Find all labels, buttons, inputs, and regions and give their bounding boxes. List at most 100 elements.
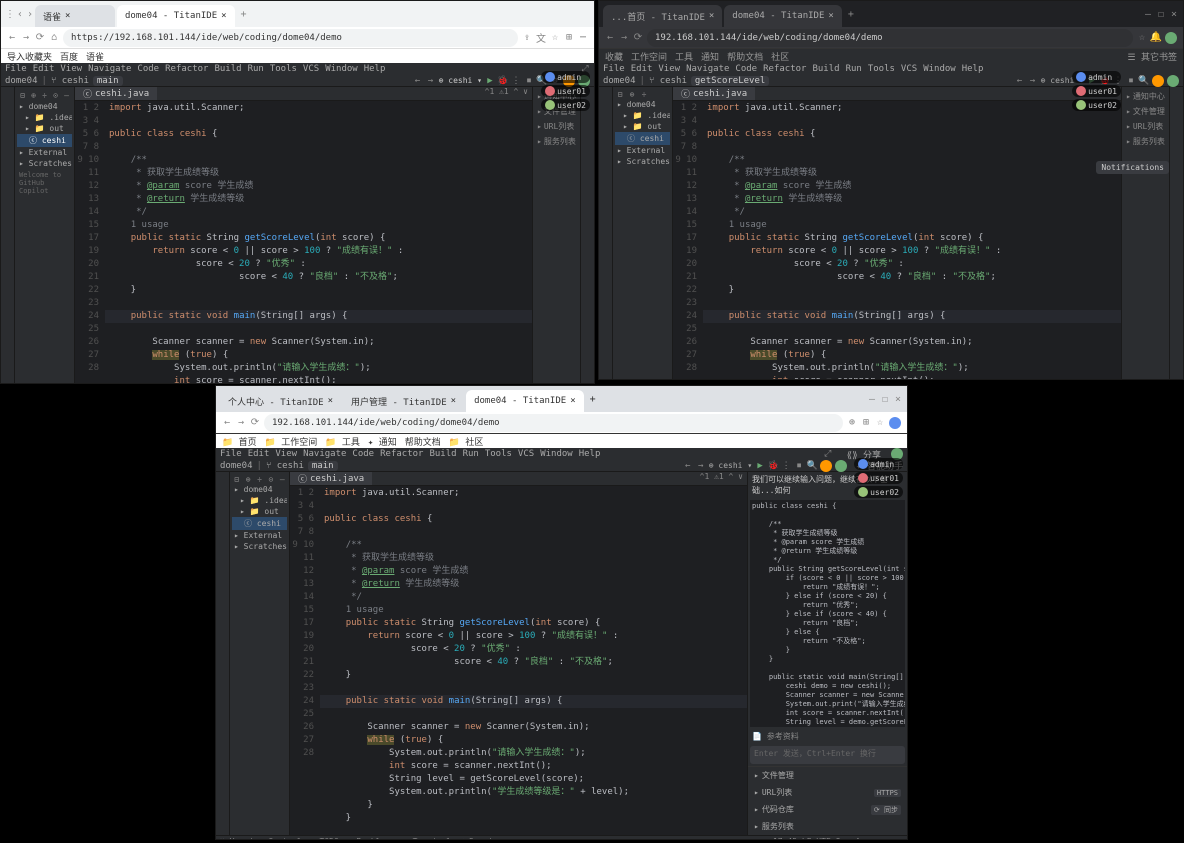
- close-icon[interactable]: ×: [221, 11, 226, 21]
- menu-help[interactable]: Help: [364, 64, 386, 74]
- ai-input[interactable]: Enter 发送，Ctrl+Enter 换行: [750, 746, 905, 764]
- menu-file[interactable]: File: [5, 64, 27, 74]
- star-icon[interactable]: ☆: [875, 418, 885, 428]
- ai-quote[interactable]: 📄 参考资料: [748, 729, 907, 744]
- back-icon[interactable]: ←: [605, 33, 615, 43]
- more-icon[interactable]: ⋮: [511, 76, 521, 86]
- ai-section[interactable]: ▸ URL列表HTTPS: [748, 784, 907, 801]
- bookmark-menu[interactable]: ☰ 其它书签: [1128, 50, 1178, 62]
- browser-tab[interactable]: 语雀×: [35, 5, 115, 27]
- branch-label[interactable]: main: [93, 76, 123, 86]
- close-icon[interactable]: ×: [65, 11, 70, 21]
- inspection-badges[interactable]: ^1 ⚠1 ^ ∨: [481, 87, 532, 100]
- menu-refactor[interactable]: Refactor: [165, 64, 208, 74]
- avatar[interactable]: [1152, 75, 1164, 87]
- avatar[interactable]: [1165, 32, 1177, 44]
- bookmark[interactable]: 收藏: [605, 50, 623, 62]
- reload-icon[interactable]: ⟳: [633, 33, 643, 43]
- close-icon[interactable]: ×: [1169, 9, 1179, 19]
- minimize-icon[interactable]: —: [1143, 9, 1153, 19]
- url-input[interactable]: 192.168.101.144/ide/web/coding/dome04/de…: [647, 29, 1133, 47]
- menu-view[interactable]: View: [60, 64, 82, 74]
- ext-icon[interactable]: ⊞: [564, 33, 574, 43]
- translate-icon[interactable]: 文: [536, 33, 546, 43]
- bookmark[interactable]: 导入收藏夹: [7, 50, 52, 62]
- tree-item[interactable]: ▸ 📁 out: [17, 123, 72, 134]
- menu-icon[interactable]: ⋯: [578, 33, 588, 43]
- bookmark[interactable]: 帮助文档: [727, 50, 763, 62]
- forward-icon[interactable]: →: [21, 33, 31, 43]
- menu-edit[interactable]: Edit: [33, 64, 55, 74]
- user-badge[interactable]: user02: [541, 99, 590, 111]
- bookmark[interactable]: 语雀: [86, 50, 104, 62]
- menu-icon[interactable]: ⋮: [5, 9, 15, 19]
- ai-section[interactable]: ▸ 文件管理: [748, 767, 907, 784]
- new-tab-icon[interactable]: +: [239, 9, 249, 19]
- close-icon[interactable]: ×: [828, 11, 833, 21]
- bookmark[interactable]: 工具: [675, 50, 693, 62]
- back-icon[interactable]: ‹: [15, 9, 25, 19]
- vcs-branch[interactable]: ⑂ ceshi: [51, 76, 89, 86]
- reload-icon[interactable]: ⟳: [35, 33, 45, 43]
- search-icon[interactable]: 🔍: [1139, 76, 1149, 86]
- browser-tab[interactable]: dome04 - TitanIDE×: [724, 5, 842, 27]
- forward-icon[interactable]: ›: [25, 9, 35, 19]
- bookmark[interactable]: 工作空间: [631, 50, 667, 62]
- close-icon[interactable]: ×: [709, 11, 714, 21]
- bookmark[interactable]: 通知: [701, 50, 719, 62]
- new-tab-icon[interactable]: +: [588, 394, 598, 404]
- browser-tab[interactable]: dome04 - TitanIDE×: [117, 5, 235, 27]
- menu-vcs[interactable]: VCS: [303, 64, 319, 74]
- tree-item[interactable]: ▸ Scratches an...: [17, 158, 72, 169]
- panel-item[interactable]: ▸ URL列表: [535, 119, 578, 134]
- url-bar: ← → ⟳ ⌂ https://192.168.101.144/ide/web/…: [1, 27, 594, 49]
- menu-build[interactable]: Build: [214, 64, 241, 74]
- new-tab-icon[interactable]: +: [846, 9, 856, 19]
- expand-icon[interactable]: ⊕: [29, 90, 38, 100]
- search-icon[interactable]: 🔍: [807, 461, 817, 471]
- menu-tools[interactable]: Tools: [270, 64, 297, 74]
- back-icon[interactable]: ←: [413, 76, 423, 86]
- run-icon[interactable]: ▶: [755, 461, 765, 471]
- forward-icon[interactable]: →: [426, 76, 436, 86]
- ai-code-block[interactable]: public class ceshi { /** * 获取学生成绩等级 * @p…: [750, 500, 905, 727]
- url-input[interactable]: https://192.168.101.144/ide/web/coding/d…: [63, 29, 518, 47]
- chrome-tabstrip: ...首页 - TitanIDE× dome04 - TitanIDE× + —…: [599, 1, 1183, 27]
- avatar[interactable]: [1167, 75, 1179, 87]
- code-area[interactable]: 1 2 3 4 5 6 7 8 9 10 11 12 13 14 15 17 1…: [75, 101, 532, 384]
- browser-tab[interactable]: ...首页 - TitanIDE×: [603, 5, 722, 27]
- share-icon[interactable]: ⇪: [522, 33, 532, 43]
- tree-item[interactable]: ▸ External Lib...: [17, 147, 72, 158]
- home-icon[interactable]: ⌂: [49, 33, 59, 43]
- run-config[interactable]: ⊕ ceshi ▾: [439, 76, 482, 85]
- user-badge[interactable]: user01: [541, 85, 590, 97]
- ai-section[interactable]: ▸ 服务列表: [748, 818, 907, 835]
- bookmark[interactable]: 百度: [60, 50, 78, 62]
- menu-navigate[interactable]: Navigate: [88, 64, 131, 74]
- back-icon[interactable]: ←: [7, 33, 17, 43]
- tree-item[interactable]: ▸ dome04: [17, 101, 72, 112]
- maximize-icon[interactable]: ☐: [1156, 9, 1166, 19]
- debug-icon[interactable]: 🐞: [768, 461, 778, 471]
- ide-window-3: 个人中心 - TitanIDE× 用户管理 - TitanIDE× dome04…: [215, 385, 908, 840]
- run-icon[interactable]: ▶: [485, 76, 495, 86]
- menu-run[interactable]: Run: [248, 64, 264, 74]
- bookmark[interactable]: 社区: [771, 50, 789, 62]
- forward-icon[interactable]: →: [619, 33, 629, 43]
- project-name[interactable]: dome04: [5, 76, 38, 86]
- star-icon[interactable]: ☆: [1137, 33, 1147, 43]
- notif-icon[interactable]: 🔔: [1151, 33, 1161, 43]
- stop-icon[interactable]: ⏹: [524, 76, 534, 86]
- star-icon[interactable]: ☆: [550, 33, 560, 43]
- editor-tab[interactable]: ⓒ ceshi.java: [75, 87, 157, 100]
- menu-window[interactable]: Window: [325, 64, 358, 74]
- menu-code[interactable]: Code: [137, 64, 159, 74]
- tree-item[interactable]: ⓒ ceshi: [17, 134, 72, 147]
- panel-item[interactable]: ▸ 服务列表: [535, 134, 578, 149]
- user-badge[interactable]: admin: [541, 71, 590, 83]
- tree-item[interactable]: ▸ 📁 .idea: [17, 112, 72, 123]
- ai-section[interactable]: ▸ 代码仓库⟳ 同步: [748, 801, 907, 818]
- project-tree: ⊟⊕÷ ▸ dome04 ▸ 📁 .idea ▸ 📁 out ⓒ ceshi ▸…: [613, 87, 673, 380]
- debug-icon[interactable]: 🐞: [498, 76, 508, 86]
- collapse-icon[interactable]: ⊟: [18, 90, 27, 100]
